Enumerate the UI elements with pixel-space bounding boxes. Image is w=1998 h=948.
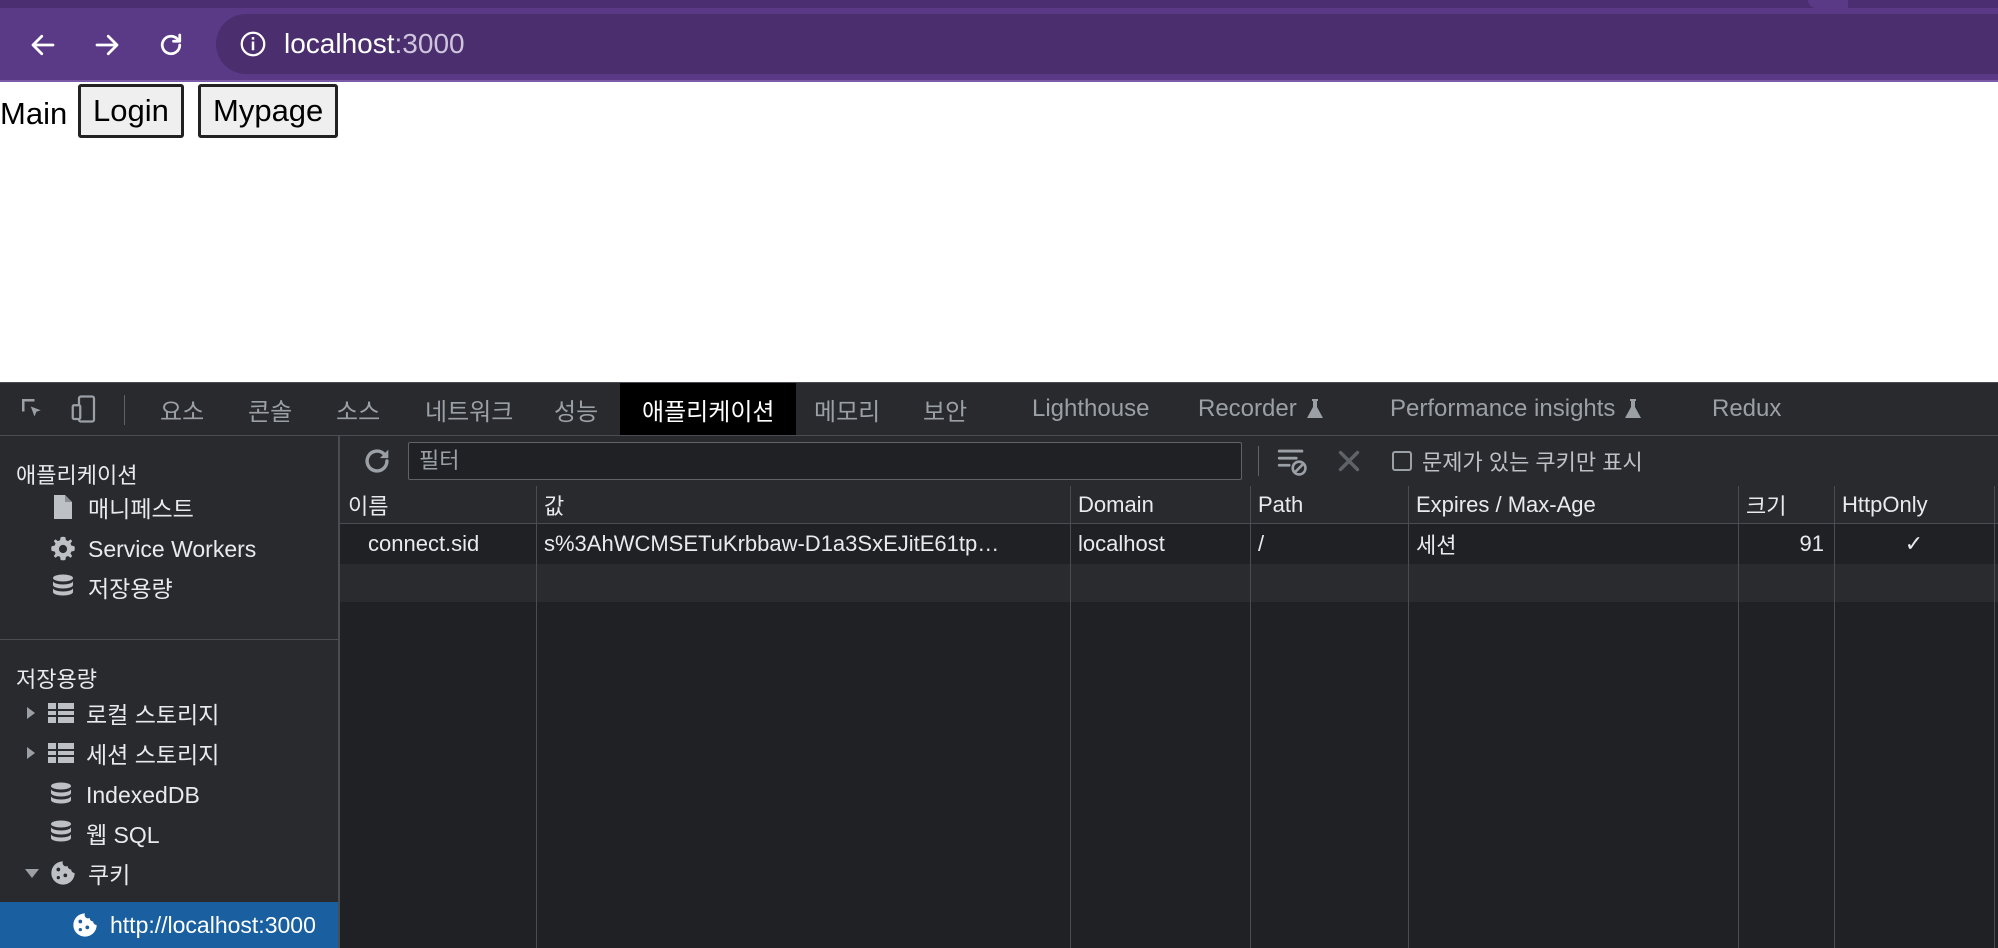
info-icon[interactable] [238, 29, 268, 59]
table-icon [46, 738, 76, 768]
address-bar[interactable]: localhost:3000 [216, 14, 1998, 74]
column-httponly[interactable]: HttpOnly [1834, 486, 1994, 524]
tab-strip [0, 0, 1998, 8]
column-name[interactable]: 이름 [340, 486, 536, 524]
sidebar-item-service-workers[interactable]: Service Workers [48, 530, 256, 568]
cookie-icon [70, 910, 100, 940]
file-icon [48, 492, 78, 522]
sidebar-item-cookies[interactable]: 쿠키 [24, 854, 130, 892]
table-header: 이름 값 Domain Path Expires / Max-Age 크기 Ht… [340, 486, 1998, 524]
sidebar-item-label: 세션 스토리지 [86, 742, 220, 768]
browser-toolbar: localhost:3000 [0, 0, 1998, 82]
arrow-left-icon [31, 34, 55, 56]
clear-filtered-cookies-icon[interactable] [1275, 444, 1309, 478]
cookie-icon [48, 858, 78, 888]
cell-size: 91 [1799, 531, 1824, 556]
url-port: :3000 [394, 28, 465, 59]
database-icon [46, 780, 76, 810]
mypage-button[interactable]: Mypage [198, 84, 339, 138]
reload-icon [160, 33, 182, 56]
column-value[interactable]: 값 [536, 486, 1070, 524]
sidebar-item-label: 쿠키 [88, 862, 131, 888]
filter-input[interactable] [408, 442, 1242, 480]
cell-httponly: ✓ [1904, 531, 1924, 556]
devtools-tab-bar: 요소 콘솔 소스 네트워크 성능 애플리케이션 메모리 보안 Lighthous… [0, 382, 1998, 436]
gear-icon [48, 534, 78, 564]
main-label: Main [0, 96, 68, 131]
back-button[interactable] [20, 22, 66, 68]
sidebar-item-manifest[interactable]: 매니페스트 [48, 488, 194, 526]
triangle-right-icon[interactable] [24, 705, 38, 721]
arrow-right-icon [95, 34, 119, 56]
flask-icon [1625, 399, 1642, 418]
sidebar-section-application: 애플리케이션 [16, 463, 138, 488]
sidebar-item-web-sql[interactable]: 웹 SQL [46, 814, 160, 852]
tab-memory[interactable]: 메모리 [814, 383, 880, 435]
sidebar-item-storage[interactable]: 저장용량 [48, 568, 173, 606]
flask-icon [1306, 399, 1323, 418]
devtools-panel: 요소 콘솔 소스 네트워크 성능 애플리케이션 메모리 보안 Lighthous… [0, 382, 1998, 948]
table-row-empty [340, 564, 1998, 602]
only-issues-toggle[interactable]: 문제가 있는 쿠키만 표시 [1392, 446, 1643, 476]
reload-button[interactable] [148, 22, 194, 68]
application-sidebar: 애플리케이션 매니페스트 Service Workers 저장용량 저장용량 로… [0, 436, 340, 948]
inspect-element-icon[interactable] [16, 393, 48, 425]
cookie-filter-bar: 문제가 있는 쿠키만 표시 [340, 436, 1998, 487]
tab-network[interactable]: 네트워크 [425, 383, 513, 435]
tab-redux[interactable]: Redux [1712, 383, 1781, 435]
url-host: localhost [284, 28, 395, 59]
tab-console[interactable]: 콘솔 [248, 383, 292, 435]
cookie-origin-label: http://localhost:3000 [110, 911, 316, 938]
url-text: localhost:3000 [284, 28, 465, 60]
triangle-right-icon[interactable] [24, 745, 38, 761]
page-content: Main Login Mypage [0, 82, 1998, 382]
only-issues-checkbox[interactable] [1392, 451, 1412, 471]
cell-path: / [1258, 531, 1265, 556]
only-issues-label: 문제가 있는 쿠키만 표시 [1422, 450, 1643, 475]
database-icon [48, 572, 78, 602]
sidebar-item-label: 저장용량 [88, 576, 173, 602]
refresh-icon[interactable] [360, 444, 394, 478]
tab-recorder[interactable]: Recorder [1198, 383, 1325, 435]
tab-security[interactable]: 보안 [923, 383, 967, 435]
table-icon [46, 698, 76, 728]
column-expires[interactable]: Expires / Max-Age [1408, 486, 1738, 524]
sidebar-item-session-storage[interactable]: 세션 스토리지 [24, 734, 219, 772]
cookies-table: 이름 값 Domain Path Expires / Max-Age 크기 Ht… [340, 486, 1998, 948]
tab-sources[interactable]: 소스 [336, 383, 380, 435]
column-path[interactable]: Path [1250, 486, 1408, 524]
triangle-down-icon[interactable] [24, 866, 40, 880]
login-button[interactable]: Login [78, 84, 184, 138]
close-icon[interactable] [1332, 444, 1366, 478]
tab-application[interactable]: 애플리케이션 [620, 383, 797, 435]
cookie-origin-row: http://localhost:3000 [70, 906, 316, 944]
sidebar-item-label: Service Workers [88, 535, 257, 562]
sidebar-section-storage: 저장용량 [16, 667, 97, 692]
sidebar-item-local-storage[interactable]: 로컬 스토리지 [24, 694, 219, 732]
forward-button[interactable] [84, 22, 130, 68]
tab-performance[interactable]: 성능 [554, 383, 598, 435]
sidebar-item-label: 매니페스트 [88, 496, 194, 522]
sidebar-item-label: 로컬 스토리지 [86, 702, 220, 728]
cookies-pane: 문제가 있는 쿠키만 표시 이름 값 Domain Path Expires /… [340, 436, 1998, 948]
cell-expires: 세션 [1416, 533, 1457, 558]
tab-performance-insights[interactable]: Performance insights [1390, 383, 1643, 435]
column-size[interactable]: 크기 [1738, 486, 1834, 524]
tab-performance-insights-label: Performance insights [1390, 395, 1616, 422]
sidebar-item-label: IndexedDB [86, 781, 200, 808]
sidebar-item-indexeddb[interactable]: IndexedDB [46, 776, 200, 814]
sidebar-item-label: 웹 SQL [86, 822, 160, 848]
cell-name: connect.sid [368, 531, 480, 556]
column-domain[interactable]: Domain [1070, 486, 1250, 524]
cell-domain: localhost [1078, 531, 1165, 556]
device-toolbar-icon[interactable] [68, 393, 100, 425]
tab-recorder-label: Recorder [1198, 395, 1297, 422]
tab-lighthouse[interactable]: Lighthouse [1032, 383, 1149, 435]
table-row[interactable]: connect.sid s%3AhWCMSETuKrbbaw-D1a3SxEJi… [340, 524, 1998, 564]
sidebar-item-cookie-origin[interactable]: http://localhost:3000 [0, 902, 338, 948]
tab-elements[interactable]: 요소 [160, 383, 204, 435]
cell-value: s%3AhWCMSETuKrbbaw-D1a3SxEJitE61tp… [544, 531, 1000, 556]
database-icon [46, 818, 76, 848]
